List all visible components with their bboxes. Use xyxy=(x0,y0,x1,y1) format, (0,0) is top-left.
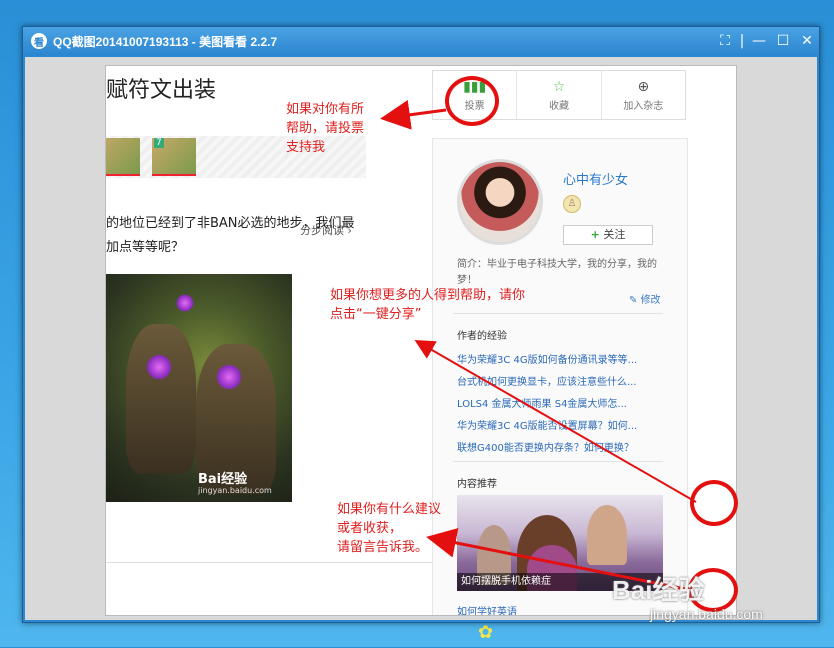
close-icon[interactable]: ✕ xyxy=(795,33,819,49)
edit-label: 修改 xyxy=(640,295,661,306)
favorite-label: 收藏 xyxy=(548,100,569,112)
share-annotation: 如果你想更多的人得到帮助，请你 点击“一键分享” xyxy=(330,286,525,324)
article-text-line: 加点等等呢？ xyxy=(106,240,185,255)
annotation-line: 支持我 xyxy=(286,140,326,155)
plus-icon: ⊕ xyxy=(637,78,650,95)
minimize-icon[interactable]: — xyxy=(747,33,771,49)
add-to-magazine-button[interactable]: ⊕ 加入杂志 xyxy=(602,71,685,119)
follow-label: 关注 xyxy=(603,228,626,241)
experience-link[interactable]: 华为荣耀3C 4G版能否设置屏幕？如何... xyxy=(457,417,637,432)
experience-link[interactable]: 联想G400能否更换内存条？如何更换？ xyxy=(457,439,634,454)
annotation-line: 如果你有什么建议 xyxy=(337,502,442,517)
author-sidebar: 心中有少女 ♙ + 关注 简介：毕业于电子科技大学，我的分享，我的梦！ ✎ 修改… xyxy=(432,138,688,615)
comment-annotation: 如果你有什么建议 或者收获， 请留言告诉我。 xyxy=(337,500,441,557)
step-thumbnail[interactable]: 7 xyxy=(152,138,196,176)
medal-icon: ♙ xyxy=(563,195,581,213)
favorite-button[interactable]: ☆ 收藏 xyxy=(517,71,602,119)
article-text-line: 的地位已经到了非BAN必选的地步，我们最 xyxy=(106,216,355,231)
add-to-magazine-label: 加入杂志 xyxy=(623,100,664,112)
share-highlight-circle xyxy=(690,480,738,526)
article-image: Bai经验 jingyan.baidu.com xyxy=(106,274,292,502)
vote-annotation: 如果对你有所 帮助，请投票 支持我 xyxy=(286,100,364,157)
article-title: 赋符文出装 xyxy=(106,78,217,103)
star-icon: ☆ xyxy=(552,78,566,95)
image-watermark-url: jingyan.baidu.com xyxy=(198,486,272,495)
separator-icon: | xyxy=(739,33,745,49)
author-name[interactable]: 心中有少女 xyxy=(563,169,628,188)
fit-window-icon[interactable]: ⛶ xyxy=(713,33,737,49)
recommend-link[interactable]: 如何学好英语 xyxy=(457,603,517,615)
maximize-icon[interactable]: ☐ xyxy=(771,33,795,49)
annotation-line: 如果你想更多的人得到帮助，请你 xyxy=(330,288,526,303)
divider xyxy=(106,562,432,563)
vote-highlight-circle xyxy=(445,76,499,126)
section-title: 作者的经验 xyxy=(457,331,507,342)
annotation-line: 或者收获， xyxy=(337,521,403,536)
avatar[interactable] xyxy=(457,159,543,245)
experience-link[interactable]: LOLS4 金属大师雨果 S4金属大师怎... xyxy=(457,395,627,410)
step-thumbnail[interactable] xyxy=(106,138,140,176)
app-icon: 看 xyxy=(31,33,47,49)
annotation-line: 点击“一键分享” xyxy=(330,307,422,322)
section-title: 内容推荐 xyxy=(457,479,497,490)
window-title: QQ截图20141007193113 - 美图看看 2.2.7 xyxy=(53,34,278,49)
experience-link[interactable]: 华为荣耀3C 4G版如何备份通讯录等等... xyxy=(457,351,637,366)
title-bar[interactable]: 看 QQ截图20141007193113 - 美图看看 2.2.7 ⛶ | — … xyxy=(23,27,819,55)
author-bio: 简介：毕业于电子科技大学，我的分享，我的梦！ xyxy=(457,259,657,286)
baidu-watermark-url: jingyan.baidu.com xyxy=(650,606,763,622)
thumb-badge: 7 xyxy=(154,138,164,148)
follow-button[interactable]: + 关注 xyxy=(563,225,653,245)
edit-link[interactable]: ✎ 修改 xyxy=(629,291,661,306)
baidu-watermark-logo: Bai经验 xyxy=(612,575,705,605)
divider xyxy=(453,461,663,462)
image-watermark: Bai经验 xyxy=(198,472,248,487)
annotation-line: 如果对你有所 xyxy=(286,102,365,117)
annotation-line: 帮助，请投票 xyxy=(286,121,365,136)
experience-link[interactable]: 台式机如何更换显卡，应该注意些什么... xyxy=(457,373,637,388)
annotation-line: 请留言告诉我。 xyxy=(337,540,429,555)
